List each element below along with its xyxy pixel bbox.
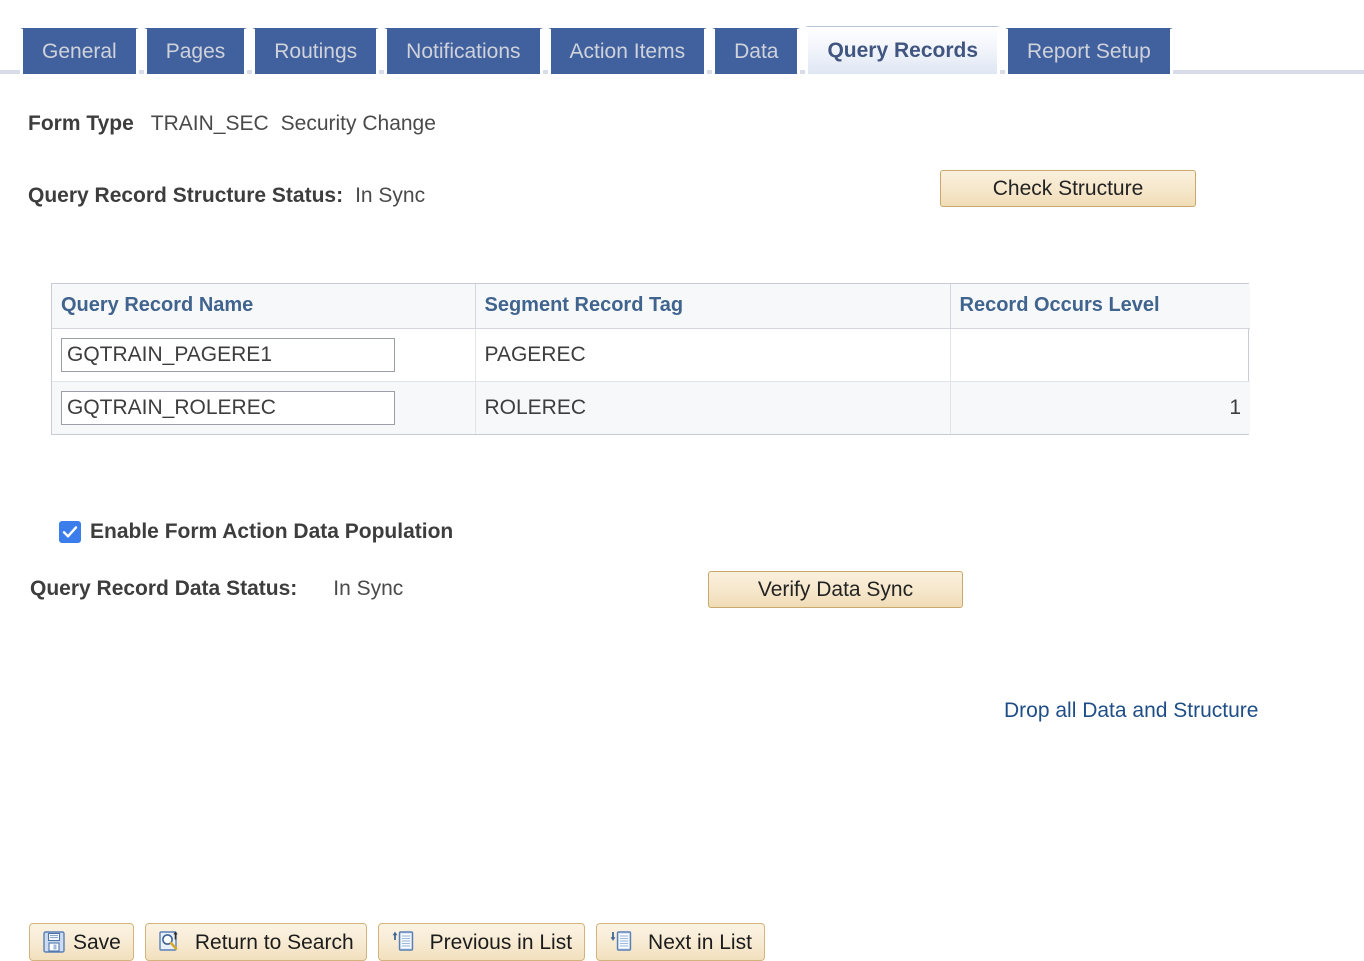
table-row: ROLEREC 1 bbox=[52, 381, 1250, 434]
enable-form-action-data-population-checkbox[interactable] bbox=[59, 521, 81, 543]
data-status-label: Query Record Data Status: bbox=[30, 577, 298, 600]
tab-routings[interactable]: Routings bbox=[252, 28, 380, 74]
form-type-label: Form Type bbox=[28, 112, 134, 135]
bottom-toolbar: Save Return to Search Previous in List N… bbox=[29, 923, 765, 961]
tab-label: Notifications bbox=[406, 40, 521, 63]
query-record-name-input[interactable] bbox=[61, 337, 395, 372]
arrow-down-document-icon bbox=[609, 930, 635, 954]
arrow-up-document-icon bbox=[391, 930, 417, 954]
cell-record-occurs-level bbox=[950, 328, 1250, 382]
floppy-disk-icon bbox=[42, 930, 66, 954]
tab-query-records[interactable]: Query Records bbox=[805, 26, 1001, 74]
query-records-grid: Query Record Name Segment Record Tag Rec… bbox=[51, 283, 1250, 435]
tab-pages[interactable]: Pages bbox=[143, 28, 248, 74]
query-record-name-input[interactable] bbox=[61, 390, 395, 425]
next-in-list-label: Next in List bbox=[648, 930, 752, 954]
form-type-description: Security Change bbox=[280, 112, 436, 135]
save-label: Save bbox=[73, 930, 121, 954]
form-type-code: TRAIN_SEC bbox=[150, 112, 269, 135]
cell-record-occurs-level: 1 bbox=[950, 381, 1250, 434]
tab-data[interactable]: Data bbox=[712, 28, 801, 74]
form-type-row: Form Type TRAIN_SEC Security Change bbox=[28, 112, 436, 136]
column-header-record-occurs-level[interactable]: Record Occurs Level bbox=[950, 284, 1250, 329]
verify-data-sync-label: Verify Data Sync bbox=[757, 577, 914, 601]
tab-general[interactable]: General bbox=[20, 28, 139, 74]
return-to-search-button[interactable]: Return to Search bbox=[144, 923, 367, 961]
tab-label: General bbox=[42, 40, 117, 63]
tab-report-setup[interactable]: Report Setup bbox=[1005, 28, 1173, 74]
tab-label: Action Items bbox=[569, 40, 686, 63]
structure-status-row: Query Record Structure Status: In Sync bbox=[28, 184, 425, 208]
cell-query-record-name bbox=[52, 381, 476, 434]
next-in-list-button[interactable]: Next in List bbox=[596, 923, 765, 961]
grid-header-row: Query Record Name Segment Record Tag Rec… bbox=[52, 284, 1250, 329]
previous-in-list-label: Previous in List bbox=[429, 930, 573, 954]
enable-form-action-data-population-label: Enable Form Action Data Population bbox=[90, 520, 454, 543]
verify-data-sync-button[interactable]: Verify Data Sync bbox=[708, 571, 963, 608]
tab-bar: General Pages Routings Notifications Act… bbox=[0, 26, 1364, 74]
cell-segment-record-tag: ROLEREC bbox=[475, 381, 951, 434]
tab-notifications[interactable]: Notifications bbox=[384, 28, 543, 74]
drop-all-data-and-structure-link[interactable]: Drop all Data and Structure bbox=[1004, 699, 1258, 723]
data-status-value: In Sync bbox=[333, 577, 404, 600]
tab-label: Report Setup bbox=[1027, 40, 1151, 63]
tab-label: Pages bbox=[165, 40, 226, 63]
enable-form-action-data-population-row: Enable Form Action Data Population bbox=[59, 520, 453, 544]
data-status-row: Query Record Data Status: In Sync bbox=[30, 577, 403, 601]
check-structure-button[interactable]: Check Structure bbox=[940, 170, 1196, 207]
check-structure-label: Check Structure bbox=[992, 176, 1144, 200]
column-header-query-record-name[interactable]: Query Record Name bbox=[52, 284, 476, 329]
column-header-segment-record-tag[interactable]: Segment Record Tag bbox=[475, 284, 951, 329]
tab-action-items[interactable]: Action Items bbox=[547, 28, 708, 74]
cell-segment-record-tag: PAGEREC bbox=[475, 328, 951, 382]
tab-label: Routings bbox=[274, 40, 358, 63]
previous-in-list-button[interactable]: Previous in List bbox=[377, 923, 586, 961]
checkmark-icon bbox=[62, 526, 78, 538]
cell-query-record-name bbox=[52, 328, 476, 382]
save-button[interactable]: Save bbox=[29, 923, 134, 961]
table-row: PAGEREC bbox=[52, 328, 1250, 382]
return-to-search-label: Return to Search bbox=[194, 930, 354, 954]
structure-status-label: Query Record Structure Status: bbox=[28, 184, 344, 207]
tab-label: Data bbox=[734, 40, 779, 63]
structure-status-value: In Sync bbox=[355, 184, 426, 207]
search-return-icon bbox=[158, 930, 182, 954]
tab-label: Query Records bbox=[827, 39, 979, 62]
